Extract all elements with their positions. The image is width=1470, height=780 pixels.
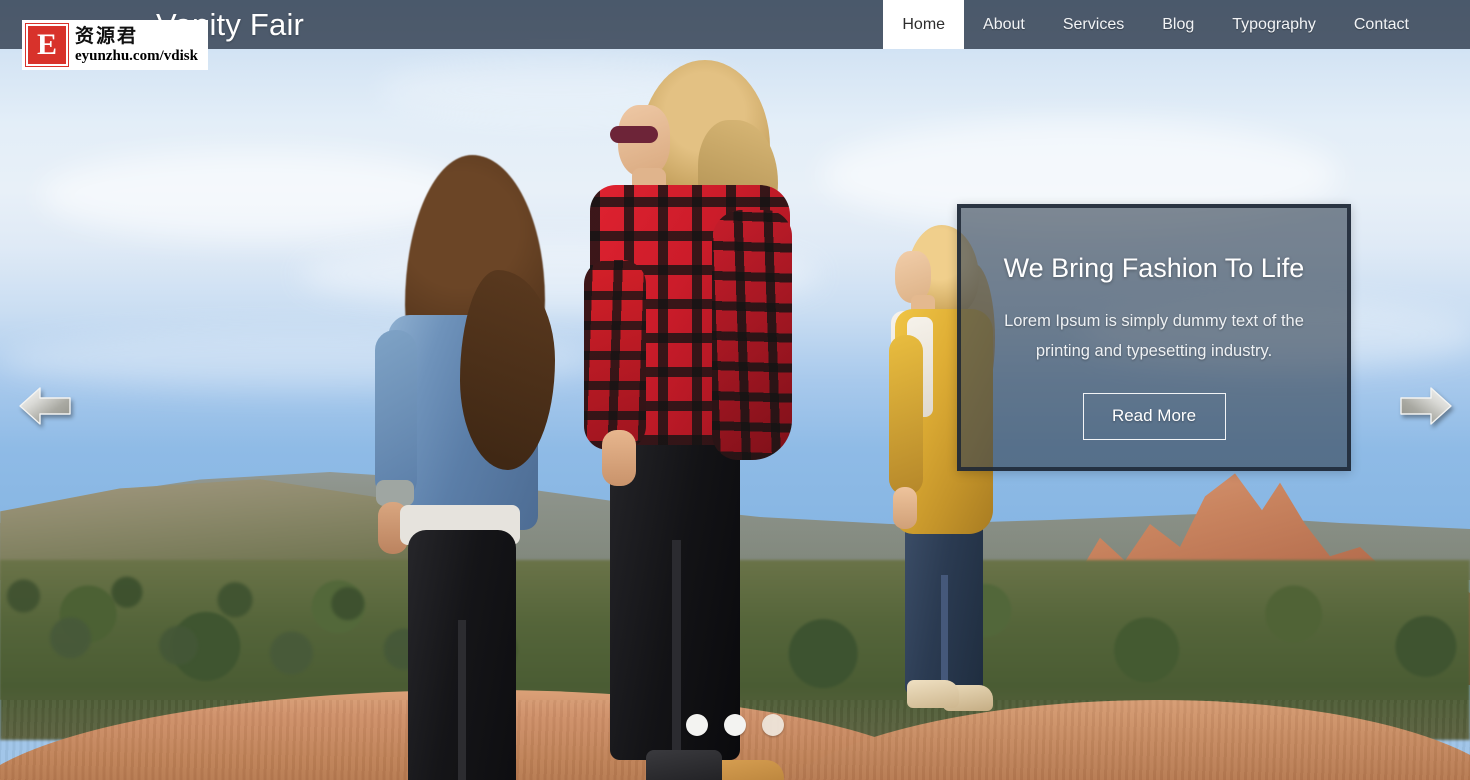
arrow-right-icon	[1400, 387, 1452, 425]
slider-dot-3[interactable]	[762, 714, 784, 736]
slider-dot-2[interactable]	[724, 714, 746, 736]
watermark-text: 资源君 eyunzhu.com/vdisk	[75, 25, 198, 65]
slider-dot-1[interactable]	[686, 714, 708, 736]
watermark-url: eyunzhu.com/vdisk	[75, 48, 198, 64]
watermark-overlay: E 资源君 eyunzhu.com/vdisk	[22, 20, 208, 70]
watermark-logo-icon: E	[25, 23, 69, 67]
nav-item-home[interactable]: Home	[883, 0, 965, 49]
slide-caption-box: We Bring Fashion To Life Lorem Ipsum is …	[957, 204, 1351, 471]
slider-pagination	[0, 714, 1470, 736]
nav-item-about[interactable]: About	[964, 0, 1044, 49]
person-plaid-flannel	[580, 60, 810, 780]
arrow-left-icon	[19, 387, 71, 425]
nav-item-services[interactable]: Services	[1044, 0, 1143, 49]
nav-item-contact[interactable]: Contact	[1335, 0, 1428, 49]
slide-description: Lorem Ipsum is simply dummy text of the …	[1004, 311, 1304, 360]
slider-next-button[interactable]	[1399, 382, 1453, 430]
slide-title: We Bring Fashion To Life	[1003, 253, 1305, 283]
main-navigation: Home About Services Blog Typography Cont…	[883, 0, 1470, 49]
person-denim-shirt	[370, 150, 570, 780]
read-more-button[interactable]: Read More	[1082, 392, 1226, 440]
nav-item-typography[interactable]: Typography	[1213, 0, 1335, 49]
nav-item-blog[interactable]: Blog	[1143, 0, 1213, 49]
watermark-brand: 资源君	[75, 25, 139, 47]
site-header: Vanity Fair Home About Services Blog Typ…	[0, 0, 1470, 49]
slider-prev-button[interactable]	[18, 382, 72, 430]
